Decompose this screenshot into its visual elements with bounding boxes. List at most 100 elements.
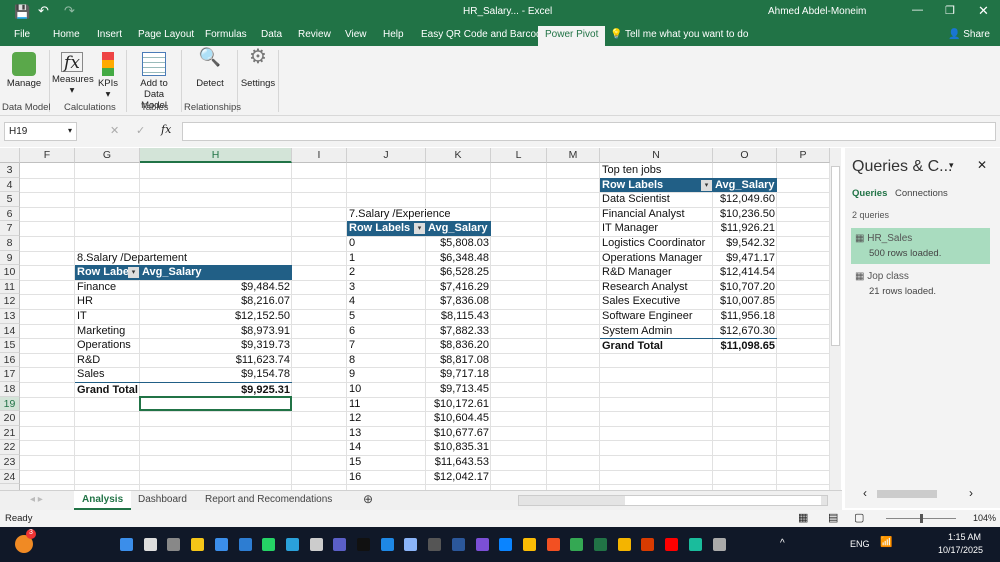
clock-date[interactable]: 10/17/2025 [938, 545, 983, 555]
worksheet-grid[interactable]: F G H I J K L M N O P 3 4 5 6 7 8 9 10 11 12 13 14 15 16 17 18 19 20… [0, 148, 830, 490]
row-header-7[interactable]: 7 [0, 221, 20, 236]
column-header-G[interactable]: G [75, 148, 140, 163]
pane-scroll-left[interactable]: ‹ [863, 486, 867, 500]
column-header-K[interactable]: K [426, 148, 491, 163]
taskbar-app-icon[interactable] [688, 538, 702, 551]
tab-view[interactable]: View [345, 29, 367, 40]
close-icon[interactable]: ✕ [978, 3, 989, 19]
row-header-20[interactable]: 20 [0, 411, 20, 426]
zoom-level[interactable]: 104% [973, 513, 996, 523]
tab-home[interactable]: Home [53, 29, 80, 40]
pane-scroll-thumb[interactable] [877, 490, 937, 498]
taskbar-app-icon[interactable] [285, 538, 299, 551]
row-header-11[interactable]: 11 [0, 279, 20, 295]
taskbar-app-icon[interactable] [594, 538, 607, 551]
column-header-L[interactable]: L [491, 148, 547, 163]
cancel-icon[interactable]: ✕ [110, 124, 119, 137]
manage-button[interactable]: Manage [6, 48, 42, 89]
sheet-tab-dashboard[interactable]: Dashboard [138, 494, 187, 505]
row-header-10[interactable]: 10 [0, 265, 20, 280]
tab-data[interactable]: Data [261, 29, 282, 40]
select-all-corner[interactable] [0, 148, 20, 163]
query-item-hr-sales[interactable]: ▦ HR_Sales 500 rows loaded. [851, 228, 990, 264]
tab-insert[interactable]: Insert [97, 29, 122, 40]
column-header-P[interactable]: P [777, 148, 830, 163]
h-scroll-thumb[interactable] [625, 496, 821, 505]
page-break-view-icon[interactable]: ▢ [854, 511, 864, 524]
taskbar-app-icon[interactable] [712, 538, 726, 551]
formula-input[interactable] [182, 122, 996, 141]
column-header-N[interactable]: N [600, 148, 713, 163]
save-icon[interactable]: 💾 [14, 4, 30, 20]
row-header-15[interactable]: 15 [0, 338, 20, 353]
row-header-3[interactable]: 3 [0, 163, 20, 178]
taskbar-app-icon[interactable] [570, 538, 584, 551]
column-header-M[interactable]: M [547, 148, 600, 163]
queries-tab[interactable]: Queries [852, 188, 887, 199]
clock-time[interactable]: 1:15 AM [948, 532, 981, 542]
name-box[interactable]: H19 ▾ [4, 122, 77, 141]
taskbar-app-icon[interactable] [214, 538, 228, 551]
taskbar-app-icon[interactable] [665, 538, 679, 551]
wifi-icon[interactable]: 📶 [880, 537, 892, 548]
taskbar-app-icon[interactable] [641, 538, 655, 551]
taskbar-app-icon[interactable] [499, 538, 513, 551]
row-header-23[interactable]: 23 [0, 455, 20, 470]
row-header-13[interactable]: 13 [0, 309, 20, 324]
maximize-icon[interactable]: ❐ [945, 4, 955, 17]
settings-button[interactable]: ⚙ Settings [240, 47, 276, 89]
row-header-9[interactable]: 9 [0, 250, 20, 266]
taskbar-app-icon[interactable] [475, 538, 489, 551]
filter-dropdown-icon[interactable]: ▾ [128, 267, 139, 279]
row-header-17[interactable]: 17 [0, 367, 20, 382]
taskbar-app-icon[interactable] [120, 538, 133, 551]
page-layout-view-icon[interactable]: ▤ [828, 511, 838, 524]
sheet-nav-prev[interactable]: ◂ ▸ [30, 494, 43, 505]
kpis-button[interactable]: KPIs ▾ [96, 48, 120, 100]
row-header-12[interactable]: 12 [0, 294, 20, 309]
taskbar-app-icon[interactable] [546, 538, 560, 551]
pane-options-icon[interactable]: ▾ [949, 160, 954, 171]
column-header-J[interactable]: J [347, 148, 426, 163]
row-header-14[interactable]: 14 [0, 323, 20, 339]
tell-me-search[interactable]: Tell me what you want to do [625, 29, 748, 40]
row-header-18[interactable]: 18 [0, 382, 20, 397]
undo-icon[interactable]: ↶ [38, 3, 49, 19]
connections-tab[interactable]: Connections [895, 188, 948, 199]
taskbar-app-icon[interactable] [380, 538, 394, 551]
taskbar-app-icon[interactable] [522, 538, 536, 551]
taskbar-app-icon[interactable] [167, 538, 181, 551]
filter-dropdown-icon[interactable]: ▾ [701, 179, 712, 191]
column-header-H[interactable]: H [140, 148, 292, 163]
enter-icon[interactable]: ✓ [136, 124, 145, 137]
row-header-16[interactable]: 16 [0, 352, 20, 368]
taskbar-app-icon[interactable] [238, 538, 252, 551]
selected-cell-h19[interactable] [139, 395, 292, 412]
taskbar-app-icon[interactable] [404, 538, 418, 551]
share-button[interactable]: 👤 Share [948, 29, 990, 40]
user-name[interactable]: Ahmed Abdel-Moneim [768, 6, 866, 17]
taskbar-app-icon[interactable] [357, 538, 370, 551]
tray-chevron-icon[interactable]: ^ [780, 538, 785, 549]
taskbar-app-icon[interactable] [191, 538, 205, 551]
tab-review[interactable]: Review [298, 29, 331, 40]
minimize-icon[interactable]: — [912, 4, 923, 16]
tab-power-pivot[interactable]: Power Pivot [538, 26, 606, 46]
sheet-tab-report[interactable]: Report and Recomendations [205, 494, 332, 505]
tab-page-layout[interactable]: Page Layout [138, 29, 194, 40]
tab-formulas[interactable]: Formulas [205, 29, 247, 40]
pane-close-icon[interactable]: ✕ [977, 158, 987, 172]
row-header-21[interactable]: 21 [0, 425, 20, 441]
language-indicator[interactable]: ENG [850, 539, 870, 549]
row-header-5[interactable]: 5 [0, 192, 20, 207]
column-header-F[interactable]: F [20, 148, 75, 163]
measures-button[interactable]: fx Measures ▾ [52, 48, 94, 96]
normal-view-icon[interactable]: ▦ [798, 511, 808, 524]
taskbar-app-icon[interactable] [451, 538, 465, 551]
taskbar-app-icon[interactable] [143, 538, 157, 551]
taskbar-app-icon[interactable] [428, 538, 442, 551]
column-header-O[interactable]: O [713, 148, 777, 163]
row-header-19[interactable]: 19 [0, 396, 20, 412]
row-header-4[interactable]: 4 [0, 177, 20, 193]
vertical-scrollbar[interactable] [830, 148, 841, 490]
